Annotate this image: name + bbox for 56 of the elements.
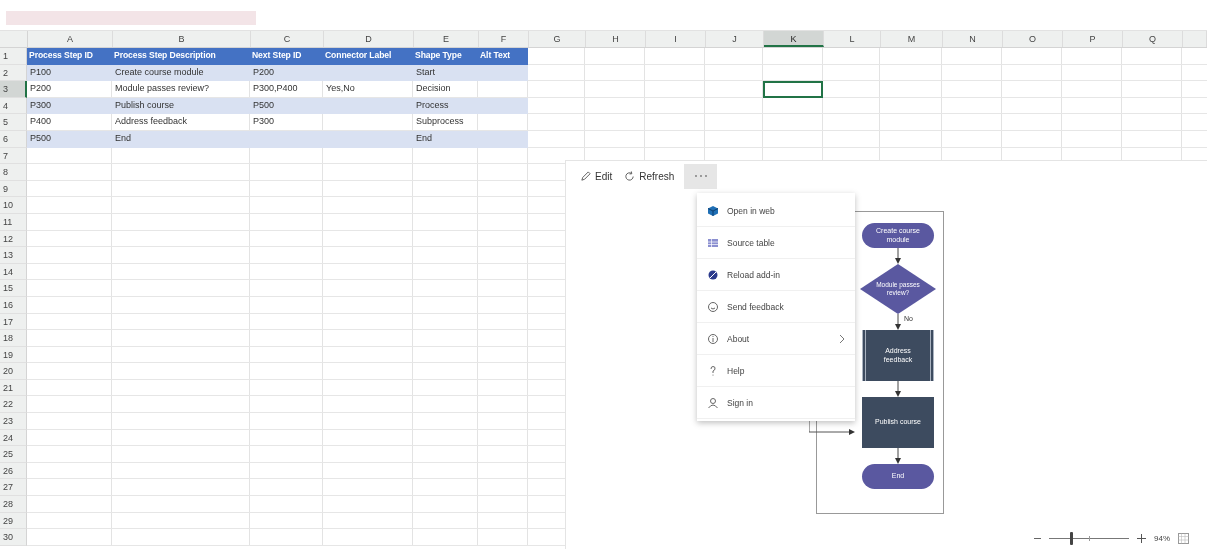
column-header-cell: Process Step Description bbox=[112, 48, 250, 65]
column-header[interactable]: L bbox=[824, 31, 881, 47]
column-header[interactable]: B bbox=[113, 31, 251, 47]
column-header-cell: Connector Label bbox=[323, 48, 413, 65]
column-header-cell: Shape Type bbox=[413, 48, 478, 65]
row-header[interactable]: 30 bbox=[0, 529, 27, 546]
menu-item[interactable]: Help bbox=[697, 355, 855, 387]
row-header[interactable]: 25 bbox=[0, 446, 27, 463]
column-header[interactable]: M bbox=[881, 31, 943, 47]
menu-item[interactable]: Open in web bbox=[697, 195, 855, 227]
table-cell-text: P300,P400 bbox=[252, 82, 299, 96]
menu-item[interactable]: Reload add-in bbox=[697, 259, 855, 291]
column-header[interactable]: D bbox=[324, 31, 414, 47]
row-header[interactable]: 27 bbox=[0, 479, 27, 497]
table-cell-text: Address feedback bbox=[114, 115, 189, 129]
refresh-button[interactable]: Refresh bbox=[620, 167, 679, 185]
menu-item[interactable]: Send feedback bbox=[697, 291, 855, 323]
row-header[interactable]: 20 bbox=[0, 363, 27, 380]
row-header[interactable]: 18 bbox=[0, 330, 27, 347]
column-header[interactable]: K bbox=[764, 31, 824, 47]
menu-item[interactable]: Sign in bbox=[697, 387, 855, 419]
row-header[interactable]: 23 bbox=[0, 413, 27, 430]
row-header[interactable]: 3 bbox=[0, 81, 27, 98]
table-cell-text: Module passes review? bbox=[114, 82, 211, 96]
column-header[interactable]: I bbox=[646, 31, 706, 47]
menu-item[interactable]: Source table bbox=[697, 227, 855, 259]
column-header[interactable]: G bbox=[529, 31, 586, 47]
table-cell-text: P300 bbox=[252, 115, 276, 129]
row-header[interactable]: 15 bbox=[0, 280, 27, 297]
column-header-cell: Process Step ID bbox=[27, 48, 112, 65]
column-header-cell: Next Step ID bbox=[250, 48, 323, 65]
row-header[interactable]: 8 bbox=[0, 164, 27, 181]
column-header[interactable]: Q bbox=[1123, 31, 1183, 47]
table-cell-text: Subprocess bbox=[415, 115, 465, 129]
table-cell-text: Yes,No bbox=[325, 82, 356, 96]
column-header[interactable]: E bbox=[414, 31, 479, 47]
edit-button[interactable]: Edit bbox=[576, 167, 617, 185]
column-header[interactable]: N bbox=[943, 31, 1003, 47]
row-header[interactable]: 10 bbox=[0, 197, 27, 214]
column-header[interactable]: A bbox=[28, 31, 113, 47]
zoom-percentage: 94% bbox=[1154, 533, 1170, 543]
column-header[interactable]: P bbox=[1063, 31, 1123, 47]
table-cell-text: Decision bbox=[415, 82, 452, 96]
column-header[interactable]: C bbox=[251, 31, 324, 47]
table-cell-text: P400 bbox=[29, 115, 53, 129]
row-header[interactable]: 28 bbox=[0, 496, 27, 513]
row-header[interactable]: 1 bbox=[0, 48, 27, 65]
column-header-cell: Alt Text bbox=[478, 48, 528, 65]
row-header[interactable]: 13 bbox=[0, 247, 27, 264]
row-header[interactable]: 22 bbox=[0, 396, 27, 414]
column-header[interactable]: F bbox=[479, 31, 529, 47]
table-cell-text: P200 bbox=[29, 82, 53, 96]
menu-item[interactable]: About bbox=[697, 323, 855, 355]
column-header[interactable]: H bbox=[586, 31, 646, 47]
row-header[interactable]: 5 bbox=[0, 114, 27, 131]
column-header[interactable]: O bbox=[1003, 31, 1063, 47]
